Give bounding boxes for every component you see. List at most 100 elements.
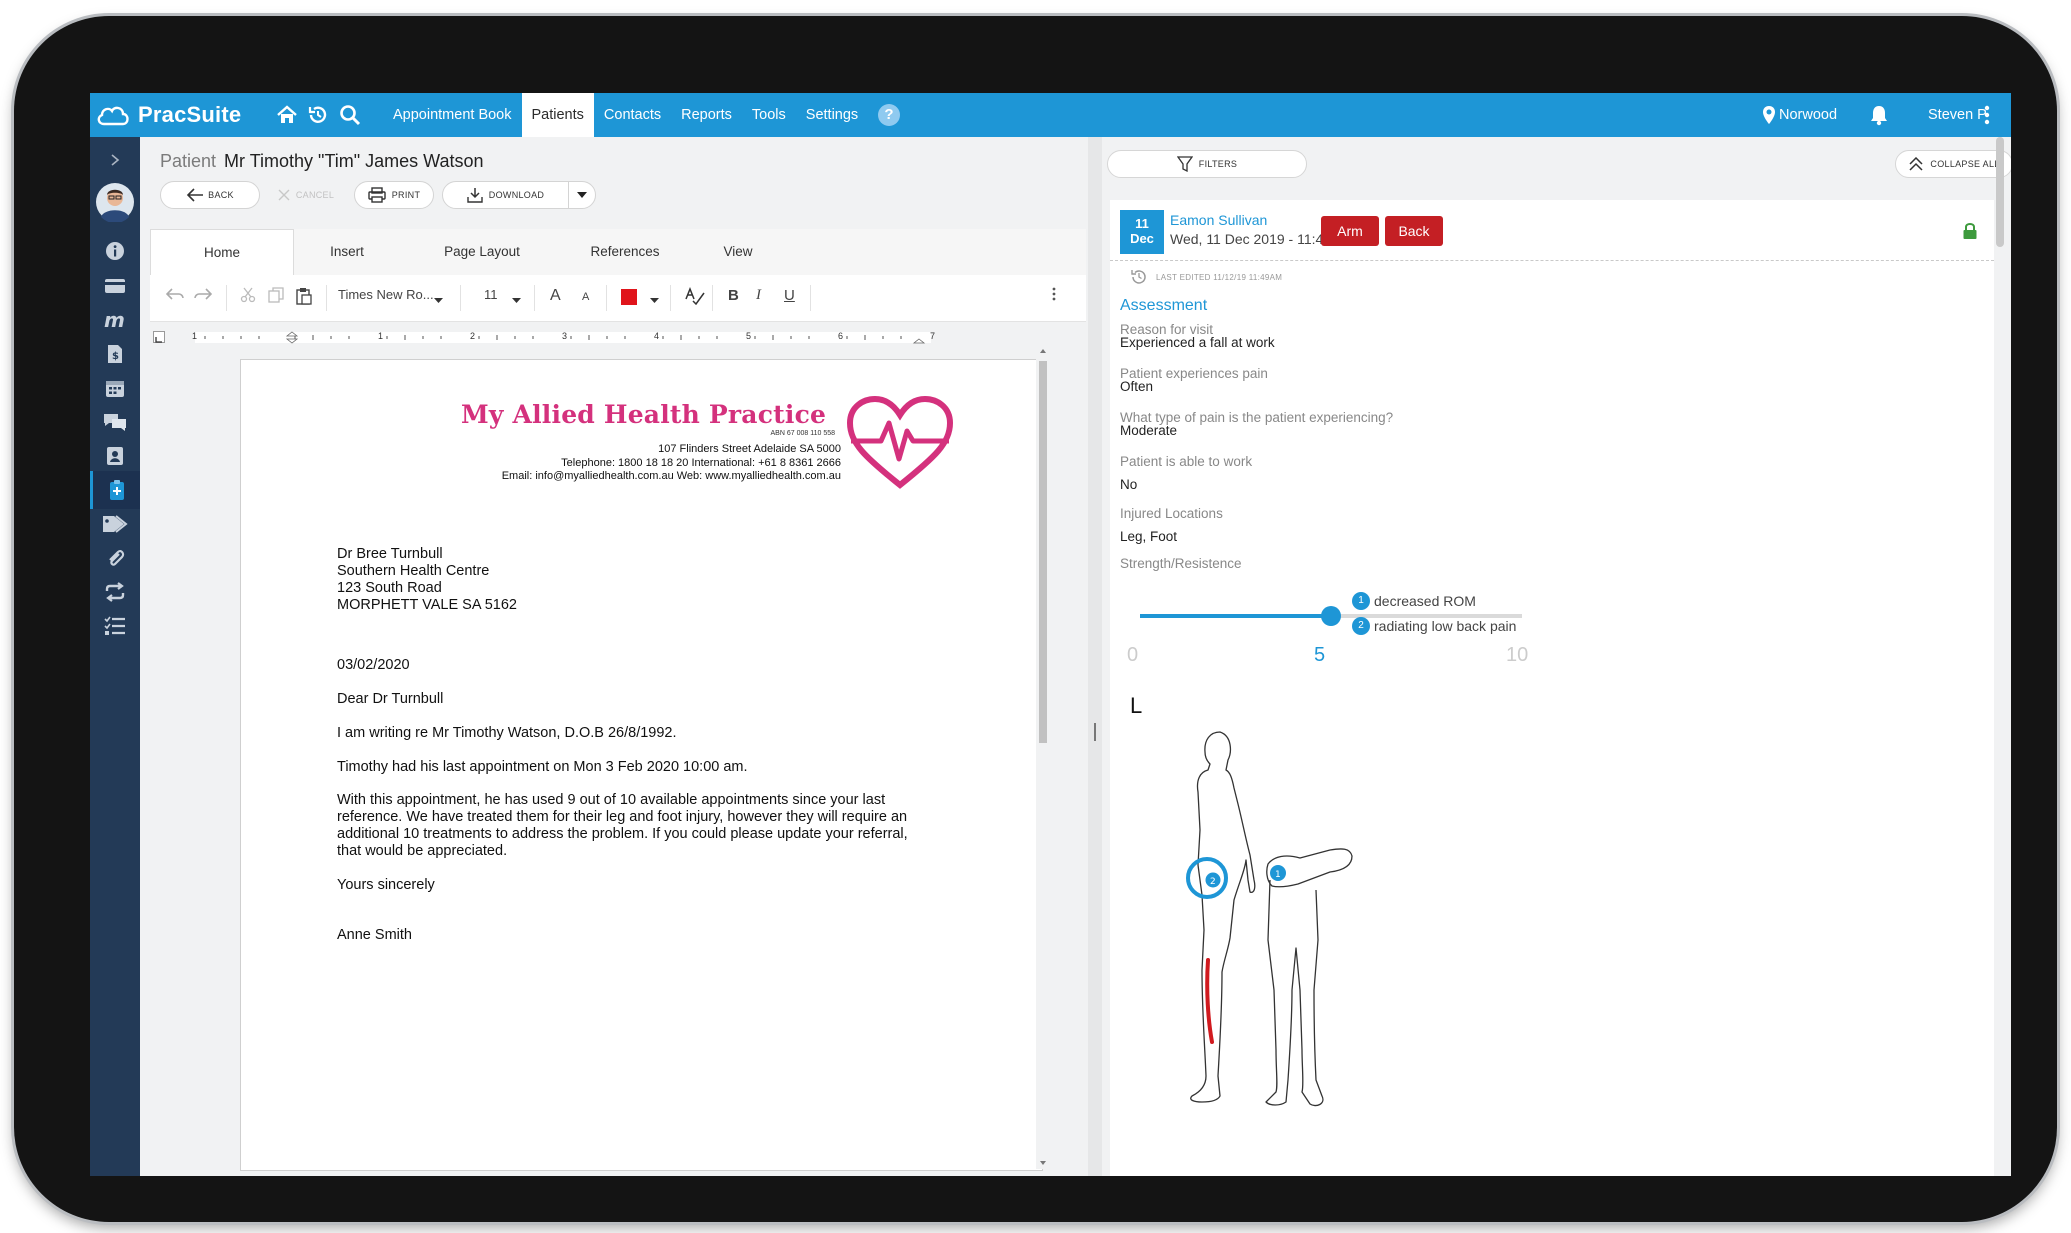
search-icon[interactable] xyxy=(337,102,363,128)
location-pin-icon xyxy=(1763,106,1775,124)
messages-icon[interactable] xyxy=(90,403,140,441)
paragraph-line: that would be appreciated. xyxy=(337,843,508,859)
bold-button[interactable]: B xyxy=(728,287,739,304)
ruler-number: 7 xyxy=(930,331,936,341)
expand-chevron-icon[interactable] xyxy=(90,141,140,179)
legend-item: decreased ROM xyxy=(1374,593,1476,609)
letter-signature: Anne Smith xyxy=(337,927,412,943)
consultation-card: 11 Dec Eamon Sullivan Wed, 11 Dec 2019 -… xyxy=(1110,200,1994,1176)
letterhead-contact: Email: info@myalliedhealth.com.au Web: w… xyxy=(501,470,841,482)
ruler-number: 6 xyxy=(838,331,844,341)
menu-contacts[interactable]: Contacts xyxy=(594,93,671,137)
grow-font-button[interactable]: A xyxy=(550,287,561,305)
body-diagram[interactable]: 2 1 xyxy=(1150,720,1410,1120)
spell-check-icon[interactable] xyxy=(685,286,705,309)
tab-view[interactable]: View xyxy=(688,229,788,275)
download-button[interactable]: DOWNLOAD xyxy=(442,181,569,209)
card-icon[interactable] xyxy=(90,267,140,305)
tab-page-layout[interactable]: Page Layout xyxy=(402,229,562,275)
document-page[interactable]: My Allied Health Practice ABN 67 008 110… xyxy=(240,359,1043,1171)
app-logo[interactable]: PracSuite xyxy=(96,100,241,130)
print-button[interactable]: PRINT xyxy=(354,181,434,209)
more-vertical-icon[interactable] xyxy=(1052,287,1056,305)
caret-down-icon[interactable] xyxy=(650,291,659,308)
cut-icon[interactable] xyxy=(240,287,256,307)
toolbar-divider xyxy=(326,285,327,311)
help-icon[interactable]: ? xyxy=(878,104,900,126)
recurring-icon[interactable] xyxy=(90,573,140,611)
filters-button[interactable]: FILTERS xyxy=(1107,150,1307,178)
attachment-icon[interactable] xyxy=(90,539,140,577)
practitioner-name[interactable]: Eamon Sullivan xyxy=(1170,212,1267,228)
shrink-font-button[interactable]: A xyxy=(582,291,589,303)
underline-button[interactable]: U xyxy=(784,287,795,304)
history-icon[interactable] xyxy=(305,102,331,128)
letterhead-brand: My Allied Health Practice xyxy=(461,400,827,429)
location-name: Norwood xyxy=(1779,107,1838,123)
copy-icon[interactable] xyxy=(268,287,284,307)
clinical-notes-icon[interactable] xyxy=(90,471,140,509)
checklist-icon[interactable] xyxy=(90,607,140,645)
menu-tools[interactable]: Tools xyxy=(742,93,796,137)
last-edited: LAST EDITED 11/12/19 11:49AM xyxy=(1130,268,1282,286)
caret-down-icon xyxy=(577,192,587,198)
paste-icon[interactable] xyxy=(296,287,312,309)
field-label: Injured Locations xyxy=(1120,506,1223,521)
tag-arm[interactable]: Arm xyxy=(1321,216,1379,246)
side-label: L xyxy=(1130,693,1143,718)
m-brand-icon[interactable]: m xyxy=(90,301,140,339)
tab-home[interactable]: Home xyxy=(150,229,294,276)
back-button[interactable]: BACK xyxy=(160,181,260,209)
home-icon[interactable] xyxy=(274,102,300,128)
arrow-left-icon xyxy=(187,188,204,202)
italic-button[interactable]: I xyxy=(756,287,761,304)
lock-icon[interactable] xyxy=(1962,222,1978,245)
strength-label: Strength/Resistence xyxy=(1120,556,1242,571)
chevrons-up-icon xyxy=(1909,157,1923,171)
notifications-bell-icon[interactable] xyxy=(1866,102,1892,128)
text-color-swatch[interactable] xyxy=(621,289,637,305)
history-icon xyxy=(1131,270,1146,284)
redo-icon[interactable] xyxy=(194,287,213,305)
download-options-dropdown[interactable] xyxy=(568,181,596,209)
caret-down-icon[interactable] xyxy=(512,291,521,308)
calendar-icon[interactable] xyxy=(90,369,140,407)
cancel-button[interactable]: CANCEL xyxy=(268,181,344,209)
filters-label: FILTERS xyxy=(1198,159,1238,169)
record-scrollbar[interactable] xyxy=(1996,137,2004,247)
tags-icon[interactable] xyxy=(90,505,140,543)
user-menu[interactable]: Steven P xyxy=(1928,93,1987,137)
menu-settings[interactable]: Settings xyxy=(796,93,868,137)
ruler-number: 2 xyxy=(470,331,476,341)
menu-reports[interactable]: Reports xyxy=(671,93,742,137)
tab-stop-selector[interactable] xyxy=(153,331,165,343)
info-icon[interactable] xyxy=(90,232,140,270)
top-navigation-bar: PracSuite Appointment Book Patients Cont… xyxy=(90,93,2011,137)
panel-splitter[interactable] xyxy=(1088,137,1102,1176)
font-size-select[interactable]: 11 xyxy=(484,287,498,302)
document-scrollbar[interactable] xyxy=(1036,345,1050,1169)
tag-back[interactable]: Back xyxy=(1385,216,1443,246)
invoice-icon[interactable]: $ xyxy=(90,335,140,373)
patient-avatar[interactable] xyxy=(90,179,140,225)
font-family-select[interactable]: Times New Ro... xyxy=(338,287,446,302)
collapse-all-button[interactable]: COLLAPSE ALL xyxy=(1895,150,2011,178)
recipient-line: 123 South Road xyxy=(337,580,442,596)
undo-icon[interactable] xyxy=(165,287,184,305)
download-icon xyxy=(467,188,483,203)
caret-down-icon[interactable] xyxy=(434,291,443,308)
toolbar-divider xyxy=(460,285,461,311)
menu-patients[interactable]: Patients xyxy=(521,93,594,137)
card-divider xyxy=(1110,260,1994,261)
consultation-date-badge[interactable]: 11 Dec xyxy=(1120,210,1164,254)
strength-slider-handle[interactable] xyxy=(1321,606,1341,626)
more-vertical-icon[interactable] xyxy=(1980,102,1994,128)
menu-appointment-book[interactable]: Appointment Book xyxy=(383,93,522,137)
tab-insert[interactable]: Insert xyxy=(292,229,402,275)
tab-references[interactable]: References xyxy=(562,229,688,275)
left-sidebar: m $ xyxy=(90,137,140,1176)
paragraph-line: With this appointment, he has used 9 out… xyxy=(337,792,886,808)
marker-1-number: 1 xyxy=(1275,870,1281,880)
location-selector[interactable]: Norwood xyxy=(1762,93,1837,137)
contact-card-icon[interactable] xyxy=(90,437,140,475)
